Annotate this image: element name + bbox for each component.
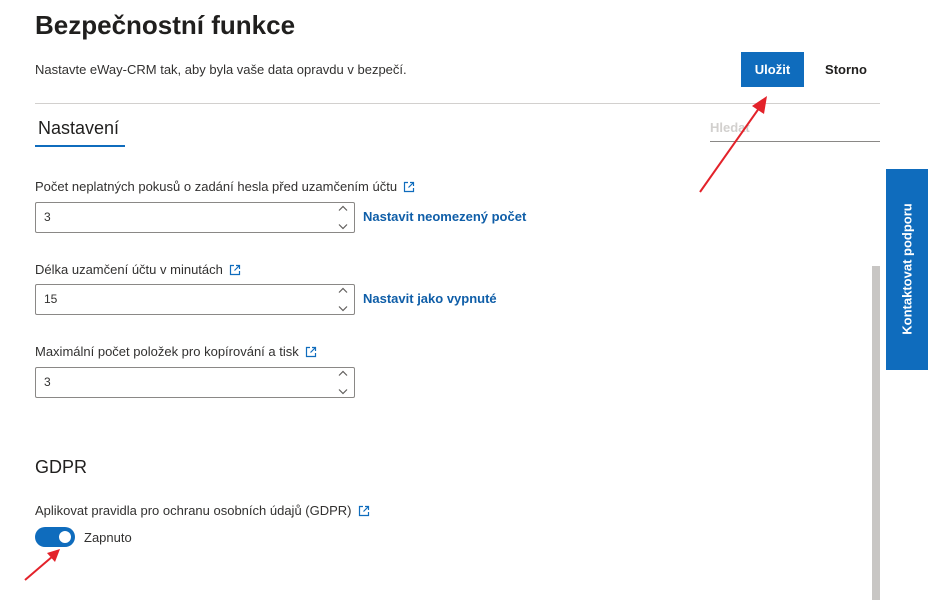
lockout-duration-label: Délka uzamčení účtu v minutách xyxy=(35,262,241,277)
gdpr-label: Aplikovat pravidla pro ochranu osobních … xyxy=(35,503,370,518)
chevron-up-icon[interactable] xyxy=(338,370,348,377)
chevron-up-icon[interactable] xyxy=(338,205,348,212)
chevron-down-icon[interactable] xyxy=(338,223,348,230)
chevron-up-icon[interactable] xyxy=(338,287,348,294)
search-input[interactable] xyxy=(710,114,880,142)
tab-settings[interactable]: Nastavení xyxy=(35,118,122,148)
gdpr-toggle-label: Zapnuto xyxy=(84,530,132,545)
cancel-button[interactable]: Storno xyxy=(813,52,879,87)
external-link-icon[interactable] xyxy=(358,505,370,517)
spinner-arrows[interactable] xyxy=(336,287,350,312)
max-copy-items-label: Maximální počet položek pro kopírování a… xyxy=(35,344,317,359)
save-button[interactable]: Uložit xyxy=(741,52,804,87)
gdpr-toggle[interactable] xyxy=(35,527,75,547)
contact-support-button[interactable]: Kontaktovat podporu xyxy=(886,169,928,370)
set-disabled-link[interactable]: Nastavit jako vypnuté xyxy=(363,291,497,306)
chevron-down-icon[interactable] xyxy=(338,388,348,395)
lockout-duration-spinner[interactable]: 15 xyxy=(35,284,355,315)
failed-attempts-value[interactable]: 3 xyxy=(44,203,51,232)
external-link-icon[interactable] xyxy=(305,346,317,358)
set-unlimited-link[interactable]: Nastavit neomezený počet xyxy=(363,209,526,224)
scrollbar[interactable] xyxy=(872,266,880,600)
gdpr-heading: GDPR xyxy=(35,457,88,477)
gdpr-label-text: Aplikovat pravidla pro ochranu osobních … xyxy=(35,503,352,518)
tab-selected-indicator xyxy=(35,145,125,147)
chevron-down-icon[interactable] xyxy=(338,305,348,312)
contact-support-label: Kontaktovat podporu xyxy=(899,203,915,335)
max-copy-items-spinner[interactable]: 3 xyxy=(35,367,355,398)
external-link-icon[interactable] xyxy=(403,181,415,193)
failed-attempts-spinner[interactable]: 3 xyxy=(35,202,355,233)
header-divider xyxy=(35,103,880,104)
page-title: Bezpečnostní funkce xyxy=(35,10,296,40)
security-settings-page: Bezpečnostní funkce Nastavte eWay-CRM ta… xyxy=(0,0,928,600)
lockout-duration-value[interactable]: 15 xyxy=(44,285,57,314)
failed-attempts-label: Počet neplatných pokusů o zadání hesla p… xyxy=(35,179,415,194)
spinner-arrows[interactable] xyxy=(336,205,350,230)
failed-attempts-label-text: Počet neplatných pokusů o zadání hesla p… xyxy=(35,179,398,194)
lockout-duration-label-text: Délka uzamčení účtu v minutách xyxy=(35,262,223,277)
external-link-icon[interactable] xyxy=(229,264,241,276)
annotation-arrow-icon xyxy=(699,96,767,193)
max-copy-items-value[interactable]: 3 xyxy=(44,368,51,397)
toggle-knob xyxy=(59,531,71,543)
max-copy-items-label-text: Maximální počet položek pro kopírování a… xyxy=(35,344,299,359)
spinner-arrows[interactable] xyxy=(336,370,350,395)
page-subtitle: Nastavte eWay-CRM tak, aby byla vaše dat… xyxy=(35,62,407,77)
